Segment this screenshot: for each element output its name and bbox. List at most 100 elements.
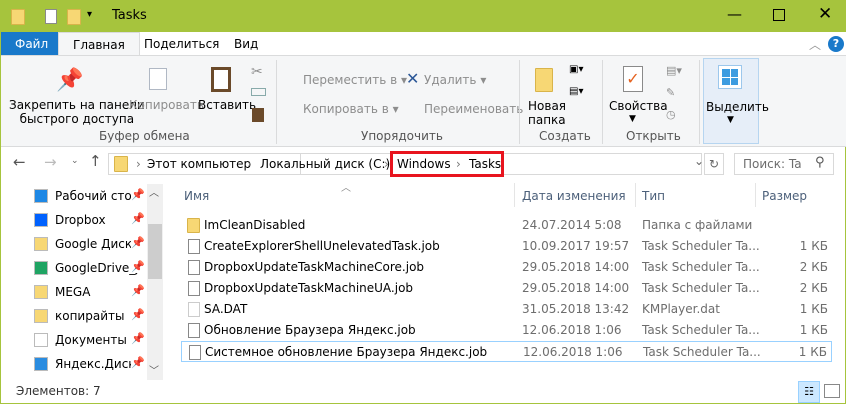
file-row[interactable]: Системное обновление Браузера Яндекс.job… — [181, 341, 832, 362]
scroll-down-icon[interactable]: ﹀ — [149, 362, 159, 377]
nav-item[interactable]: Google Диск 📌 — [31, 235, 147, 255]
copy-button[interactable]: Копировать — [129, 98, 204, 112]
pin-icon[interactable]: 📌 — [131, 212, 145, 225]
nav-item-label: Рабочий стол — [55, 189, 140, 203]
pin-icon[interactable]: 📌 — [131, 332, 145, 345]
column-header-date[interactable]: Дата изменения — [522, 189, 626, 203]
minimize-button[interactable]: — — [727, 5, 742, 23]
title-bar: ▾ Tasks — ✕ — [1, 1, 846, 32]
nav-scrollbar[interactable]: ︿ ﹀ — [147, 184, 163, 380]
column-header-size[interactable]: Размер — [762, 189, 807, 203]
cut-icon[interactable]: ✂ — [251, 64, 263, 80]
scroll-up-icon[interactable]: ︿ — [149, 184, 159, 199]
help-icon[interactable]: ? — [828, 36, 844, 52]
breadcrumb-this-pc[interactable]: Этот компьютер — [147, 157, 251, 171]
history-button[interactable]: ◷ — [666, 108, 676, 121]
move-to-label: Переместить в — [303, 73, 398, 87]
column-divider[interactable] — [755, 183, 756, 207]
rename-button[interactable]: Переименовать — [424, 102, 523, 116]
tab-home[interactable]: Главная — [58, 32, 140, 57]
copy-path-icon[interactable] — [251, 88, 266, 96]
select-button[interactable]: Выделить ▼ — [703, 58, 769, 144]
select-label: Выделить — [706, 100, 769, 114]
pin-icon[interactable]: 📌 — [131, 188, 145, 201]
edit-button[interactable]: ✎ — [666, 86, 675, 99]
copy-to-button[interactable]: Копировать в ▾ — [303, 102, 399, 116]
scroll-thumb[interactable] — [148, 224, 162, 279]
select-dropdown-icon: ▼ — [727, 115, 734, 125]
tab-file[interactable]: Файл — [1, 32, 58, 56]
large-icons-view-button[interactable] — [824, 384, 840, 398]
search-input[interactable]: Поиск: Ta ⚲ — [734, 153, 834, 175]
up-button[interactable]: ↑ — [89, 152, 102, 170]
sort-indicator-icon: ︿ — [341, 183, 351, 194]
open-button[interactable]: ▤▾ — [666, 64, 682, 77]
delete-button[interactable]: Удалить ▾ — [424, 73, 486, 87]
google-drive-icon — [34, 261, 48, 275]
file-date: 12.06.2018 1:06 — [522, 323, 622, 337]
search-icon: ⚲ — [815, 155, 825, 170]
nav-item[interactable]: MEGA 📌 — [31, 283, 147, 303]
nav-item-label: Яндекс.Диск — [55, 357, 136, 371]
pin-icon[interactable]: 📌 — [131, 260, 145, 273]
file-name: ImCleanDisabled — [204, 218, 306, 232]
nav-item[interactable]: Dropbox 📌 — [31, 211, 147, 231]
file-type: Task Scheduler Ta... — [642, 323, 760, 337]
file-size: 1 КБ — [799, 302, 828, 316]
qat-dropdown-icon[interactable]: ▾ — [87, 9, 92, 20]
refresh-button[interactable]: ↻ — [704, 153, 724, 175]
forward-button[interactable]: → — [44, 153, 57, 171]
details-view-button[interactable]: ☷ — [798, 381, 820, 403]
maximize-button[interactable] — [773, 9, 785, 21]
move-to-button[interactable]: Переместить в ▾ — [303, 73, 407, 87]
file-row[interactable]: DropboxUpdateTaskMachineUA.job 29.05.201… — [181, 278, 832, 299]
address-dropdown-icon[interactable]: ⌄ — [694, 154, 704, 168]
nav-item[interactable]: Яндекс.Диск 📌 — [31, 355, 147, 375]
file-row[interactable]: CreateExplorerShellUnelevatedTask.job 10… — [181, 236, 832, 257]
nav-item[interactable]: копирайты 📌 — [31, 307, 147, 327]
paste-shortcut-icon[interactable] — [252, 108, 264, 122]
file-row[interactable]: ImCleanDisabled 24.07.2014 5:08 Папка с … — [181, 215, 832, 236]
dropbox-icon — [34, 213, 48, 227]
file-row[interactable]: Обновление Браузера Яндекс.job 12.06.201… — [181, 320, 832, 341]
column-header-name[interactable]: Имя — [184, 189, 209, 203]
nav-item[interactable]: GoogleDrive_j 📌 — [31, 259, 147, 279]
delete-label: Удалить — [424, 73, 477, 87]
pin-icon[interactable]: 📌 — [131, 308, 145, 321]
file-row[interactable]: DropboxUpdateTaskMachineCore.job 29.05.2… — [181, 257, 832, 278]
pin-icon[interactable]: 📌 — [131, 356, 145, 369]
paste-button[interactable]: Вставить — [198, 98, 256, 112]
column-divider[interactable] — [514, 183, 515, 207]
new-item-button[interactable]: ▣▾ — [569, 64, 583, 75]
pin-quick-access-button[interactable]: Закрепить на панели быстрого доступа — [9, 98, 145, 126]
breadcrumb-tasks[interactable]: Tasks — [469, 157, 501, 171]
breadcrumb-windows[interactable]: Windows — [397, 157, 451, 171]
pin-label-1: Закрепить на панели — [9, 98, 145, 112]
file-row[interactable]: SA.DAT 31.05.2018 13:42 KMPlayer.dat 1 К… — [181, 299, 832, 320]
properties-button[interactable]: Свойства — [609, 99, 668, 113]
tab-view[interactable]: Вид — [220, 32, 272, 56]
breadcrumb-local-disk[interactable]: Локальный диск (C:) — [260, 157, 390, 171]
back-button[interactable]: ← — [13, 153, 26, 171]
pin-icon[interactable]: 📌 — [131, 236, 145, 249]
new-folder-qat-icon[interactable] — [67, 9, 81, 25]
close-button[interactable]: ✕ — [818, 4, 832, 24]
pin-icon[interactable]: 📌 — [131, 284, 145, 297]
properties-dropdown-icon[interactable]: ▼ — [629, 114, 636, 124]
tab-share[interactable]: Поделиться — [130, 32, 233, 56]
column-divider[interactable] — [635, 183, 636, 207]
column-header-type[interactable]: Тип — [642, 189, 665, 203]
nav-item[interactable]: Рабочий стол 📌 — [31, 187, 147, 207]
properties-qat-icon[interactable] — [45, 9, 57, 24]
collapse-ribbon-icon[interactable]: ︿ — [809, 36, 821, 53]
file-type: KMPlayer.dat — [642, 302, 720, 316]
desktop-icon — [34, 189, 48, 203]
file-type: Task Scheduler Ta... — [643, 345, 761, 359]
easy-access-button[interactable]: ▤▾ — [569, 86, 583, 97]
chevron-icon: › — [456, 157, 461, 171]
nav-item-label: GoogleDrive_j — [55, 261, 139, 275]
nav-item[interactable]: Документы 📌 — [31, 331, 147, 351]
new-folder-button[interactable]: Новая папка — [528, 99, 566, 127]
copy-to-label: Копировать в — [303, 102, 389, 116]
recent-locations-button[interactable]: ⌄ — [71, 156, 79, 166]
